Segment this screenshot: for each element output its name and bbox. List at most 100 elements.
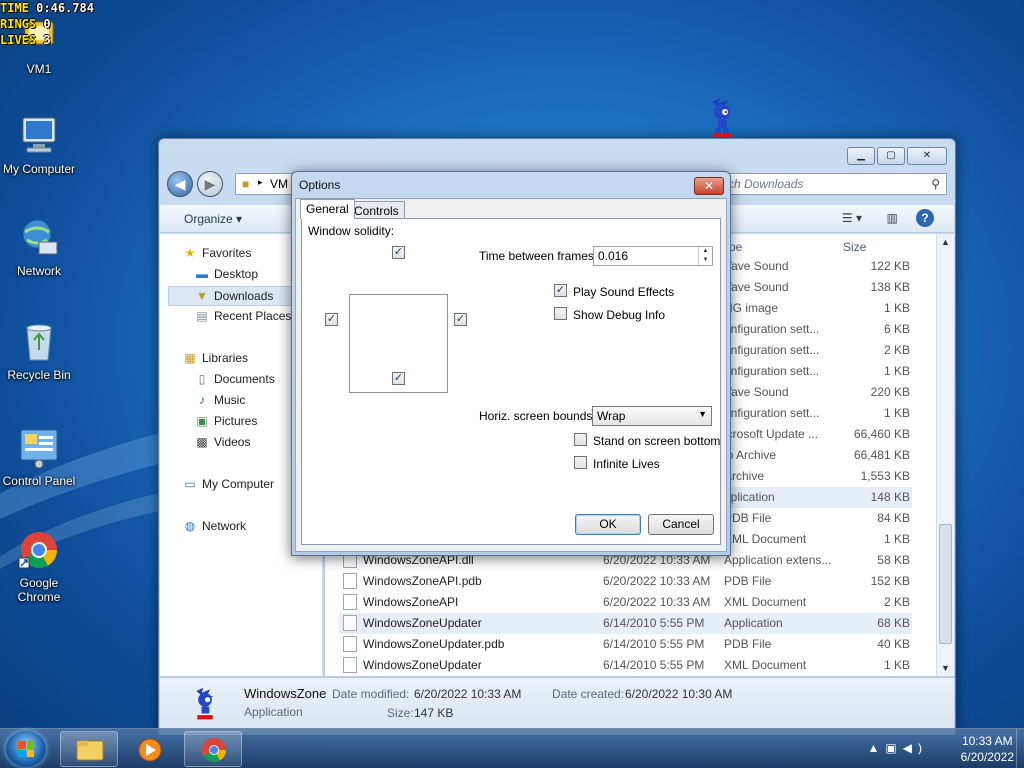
file-size-cell: 68 KB (877, 616, 910, 630)
tab-controls[interactable]: Controls (348, 201, 405, 219)
infinite-lives-checkbox[interactable] (574, 456, 587, 469)
preview-pane-icon[interactable]: ▥ (887, 211, 898, 225)
solidity-top-checkbox[interactable]: ✓ (392, 246, 405, 259)
file-icon (343, 573, 357, 589)
nav-documents[interactable]: ▯ Documents (194, 372, 275, 386)
taskbar-chrome-button[interactable] (184, 731, 242, 767)
taskbar-media-player-button[interactable] (122, 731, 180, 767)
nav-network[interactable]: ◍ Network (182, 519, 246, 533)
taskbar-explorer-button[interactable] (60, 731, 118, 767)
time-between-frames-label: Time between frames: (479, 249, 598, 263)
desktop-icon-recycle-bin[interactable]: Recycle Bin (0, 320, 78, 382)
file-type-cell: Vave Sound (724, 280, 789, 294)
file-name-cell: WindowsZoneUpdater (363, 616, 482, 630)
stand-bottom-checkbox[interactable] (574, 433, 587, 446)
file-size-cell: 138 KB (870, 280, 910, 294)
show-hidden-icons-chevron-icon[interactable]: ▲ (868, 741, 886, 755)
nav-music[interactable]: ♪ Music (194, 393, 245, 407)
organize-button[interactable]: Organize ▾ (184, 212, 242, 226)
search-icon[interactable]: ⚲ (931, 177, 940, 191)
network-icon: ◍ (184, 519, 196, 533)
nav-libraries[interactable]: ▦ Libraries (182, 351, 248, 365)
desktop-icon-control-panel[interactable]: Control Panel (0, 426, 78, 488)
music-icon: ♪ (199, 393, 205, 407)
desktop-icon-network[interactable]: Network (0, 216, 78, 278)
clock[interactable]: 10:33 AM 6/20/2022 (961, 733, 1014, 765)
window-caption-buttons: ▁ ▢ ✕ (847, 147, 947, 165)
play-sound-checkbox[interactable]: ✓ (554, 284, 567, 297)
nav-videos[interactable]: ▩ Videos (194, 435, 250, 449)
scroll-up-icon[interactable]: ▲ (937, 234, 954, 250)
details-date-created: 6/20/2022 10:30 AM (625, 687, 733, 701)
file-type-cell: icrosoft Update ... (724, 427, 819, 441)
desktop-icon-google-chrome[interactable]: Google Chrome (0, 528, 78, 604)
horiz-bounds-select[interactable]: Wrap ▼ (592, 406, 712, 426)
nav-favorites[interactable]: ★ Favorites (182, 246, 252, 260)
file-size-cell: 1 KB (883, 658, 910, 672)
scroll-down-icon[interactable]: ▼ (937, 660, 954, 676)
forward-arrow-icon: ▶ (204, 176, 216, 192)
table-row[interactable]: WindowsZoneUpdater 6/14/2010 5:55 PM Appli… (339, 613, 912, 634)
ok-button[interactable]: OK (575, 514, 641, 535)
nav-my-computer[interactable]: ▭ My Computer (182, 477, 274, 491)
file-name-cell: WindowsZoneUpdater.pdb (363, 637, 505, 651)
file-name-cell: WindowsZoneAPI.pdb (363, 574, 482, 588)
options-dialog[interactable]: Options ✕ General Controls Window solidi… (291, 171, 731, 556)
hud-rings-value: 0 (43, 17, 51, 31)
file-type-cell: Vave Sound (724, 385, 789, 399)
vertical-scrollbar[interactable]: ▲ ▼ (936, 234, 954, 676)
nav-recent-places[interactable]: ▤ Recent Places (194, 309, 291, 323)
table-row[interactable]: WindowsZoneUpdater 6/14/2010 5:55 PM XML D… (339, 655, 912, 676)
recent-places-icon: ▤ (196, 309, 208, 323)
file-type-cell: XML Document (724, 532, 807, 546)
file-size-cell: 1 KB (883, 406, 910, 420)
breadcrumb[interactable]: VM (270, 177, 288, 191)
table-row[interactable]: WindowsZoneUpdater.pdb 6/14/2010 5:55 PM P… (339, 634, 912, 655)
minimize-button[interactable]: ▁ (847, 147, 875, 165)
file-type-cell: onfiguration sett... (724, 343, 820, 357)
file-type-cell: Application extens... (724, 553, 832, 567)
show-debug-checkbox[interactable] (554, 307, 567, 320)
solidity-left-checkbox[interactable]: ✓ (325, 313, 338, 326)
nav-desktop[interactable]: ▬ Desktop (194, 267, 258, 281)
maximize-button[interactable]: ▢ (877, 147, 905, 165)
help-icon[interactable]: ? (916, 209, 934, 227)
system-tray-icons[interactable]: ▲▣◀) (868, 741, 928, 755)
desktop-icon-label: VM1 (26, 62, 52, 76)
taskbar: ▲▣◀) 10:33 AM 6/20/2022 (0, 728, 1024, 768)
file-size-cell: 152 KB (870, 574, 910, 588)
tab-general[interactable]: General (300, 199, 355, 219)
spin-arrows-icon[interactable]: ▲ ▼ (698, 247, 712, 265)
close-button[interactable]: ✕ (907, 147, 947, 165)
dialog-close-button[interactable]: ✕ (694, 177, 724, 195)
forward-button[interactable]: ▶ (197, 171, 223, 197)
scroll-thumb[interactable] (939, 524, 952, 644)
column-header-size[interactable]: Size (843, 240, 866, 254)
table-row[interactable]: WindowsZoneAPI 6/20/2022 10:33 AM XML Docu… (339, 592, 912, 613)
volume-icon[interactable]: ◀) (903, 741, 928, 755)
solidity-bottom-checkbox[interactable]: ✓ (392, 372, 405, 385)
back-button[interactable]: ◀ (167, 171, 193, 197)
desktop-icon-my-computer[interactable]: My Computer (0, 114, 78, 176)
search-input[interactable]: rch Downloads ⚲ (717, 173, 947, 195)
file-size-cell: 6 KB (883, 322, 910, 336)
file-type-cell: onfiguration sett... (724, 364, 820, 378)
file-size-cell: 1,553 KB (860, 469, 910, 483)
hud-time-value: 0:46.784 (36, 1, 94, 15)
details-file-name: WindowsZone (244, 686, 327, 701)
view-options-icon[interactable]: ☰ ▾ (842, 211, 862, 225)
file-type-cell: Vave Sound (724, 259, 789, 273)
nav-pictures[interactable]: ▣ Pictures (194, 414, 257, 428)
start-button[interactable] (6, 731, 46, 767)
table-row[interactable]: WindowsZoneAPI.pdb 6/20/2022 10:33 AM PDB … (339, 571, 912, 592)
solidity-right-checkbox[interactable]: ✓ (454, 313, 467, 326)
network-status-icon[interactable]: ▣ (885, 741, 902, 755)
hud-time-label: TIME (0, 1, 29, 15)
computer-icon (17, 114, 61, 158)
cancel-button[interactable]: Cancel (648, 514, 714, 535)
chevron-down-icon: ▼ (698, 409, 707, 419)
file-size-cell: 84 KB (877, 511, 910, 525)
time-between-frames-input[interactable]: 0.016 ▲ ▼ (593, 246, 713, 266)
show-desktop-button[interactable] (1016, 729, 1024, 768)
file-date-cell: 6/20/2022 10:33 AM (603, 574, 711, 588)
